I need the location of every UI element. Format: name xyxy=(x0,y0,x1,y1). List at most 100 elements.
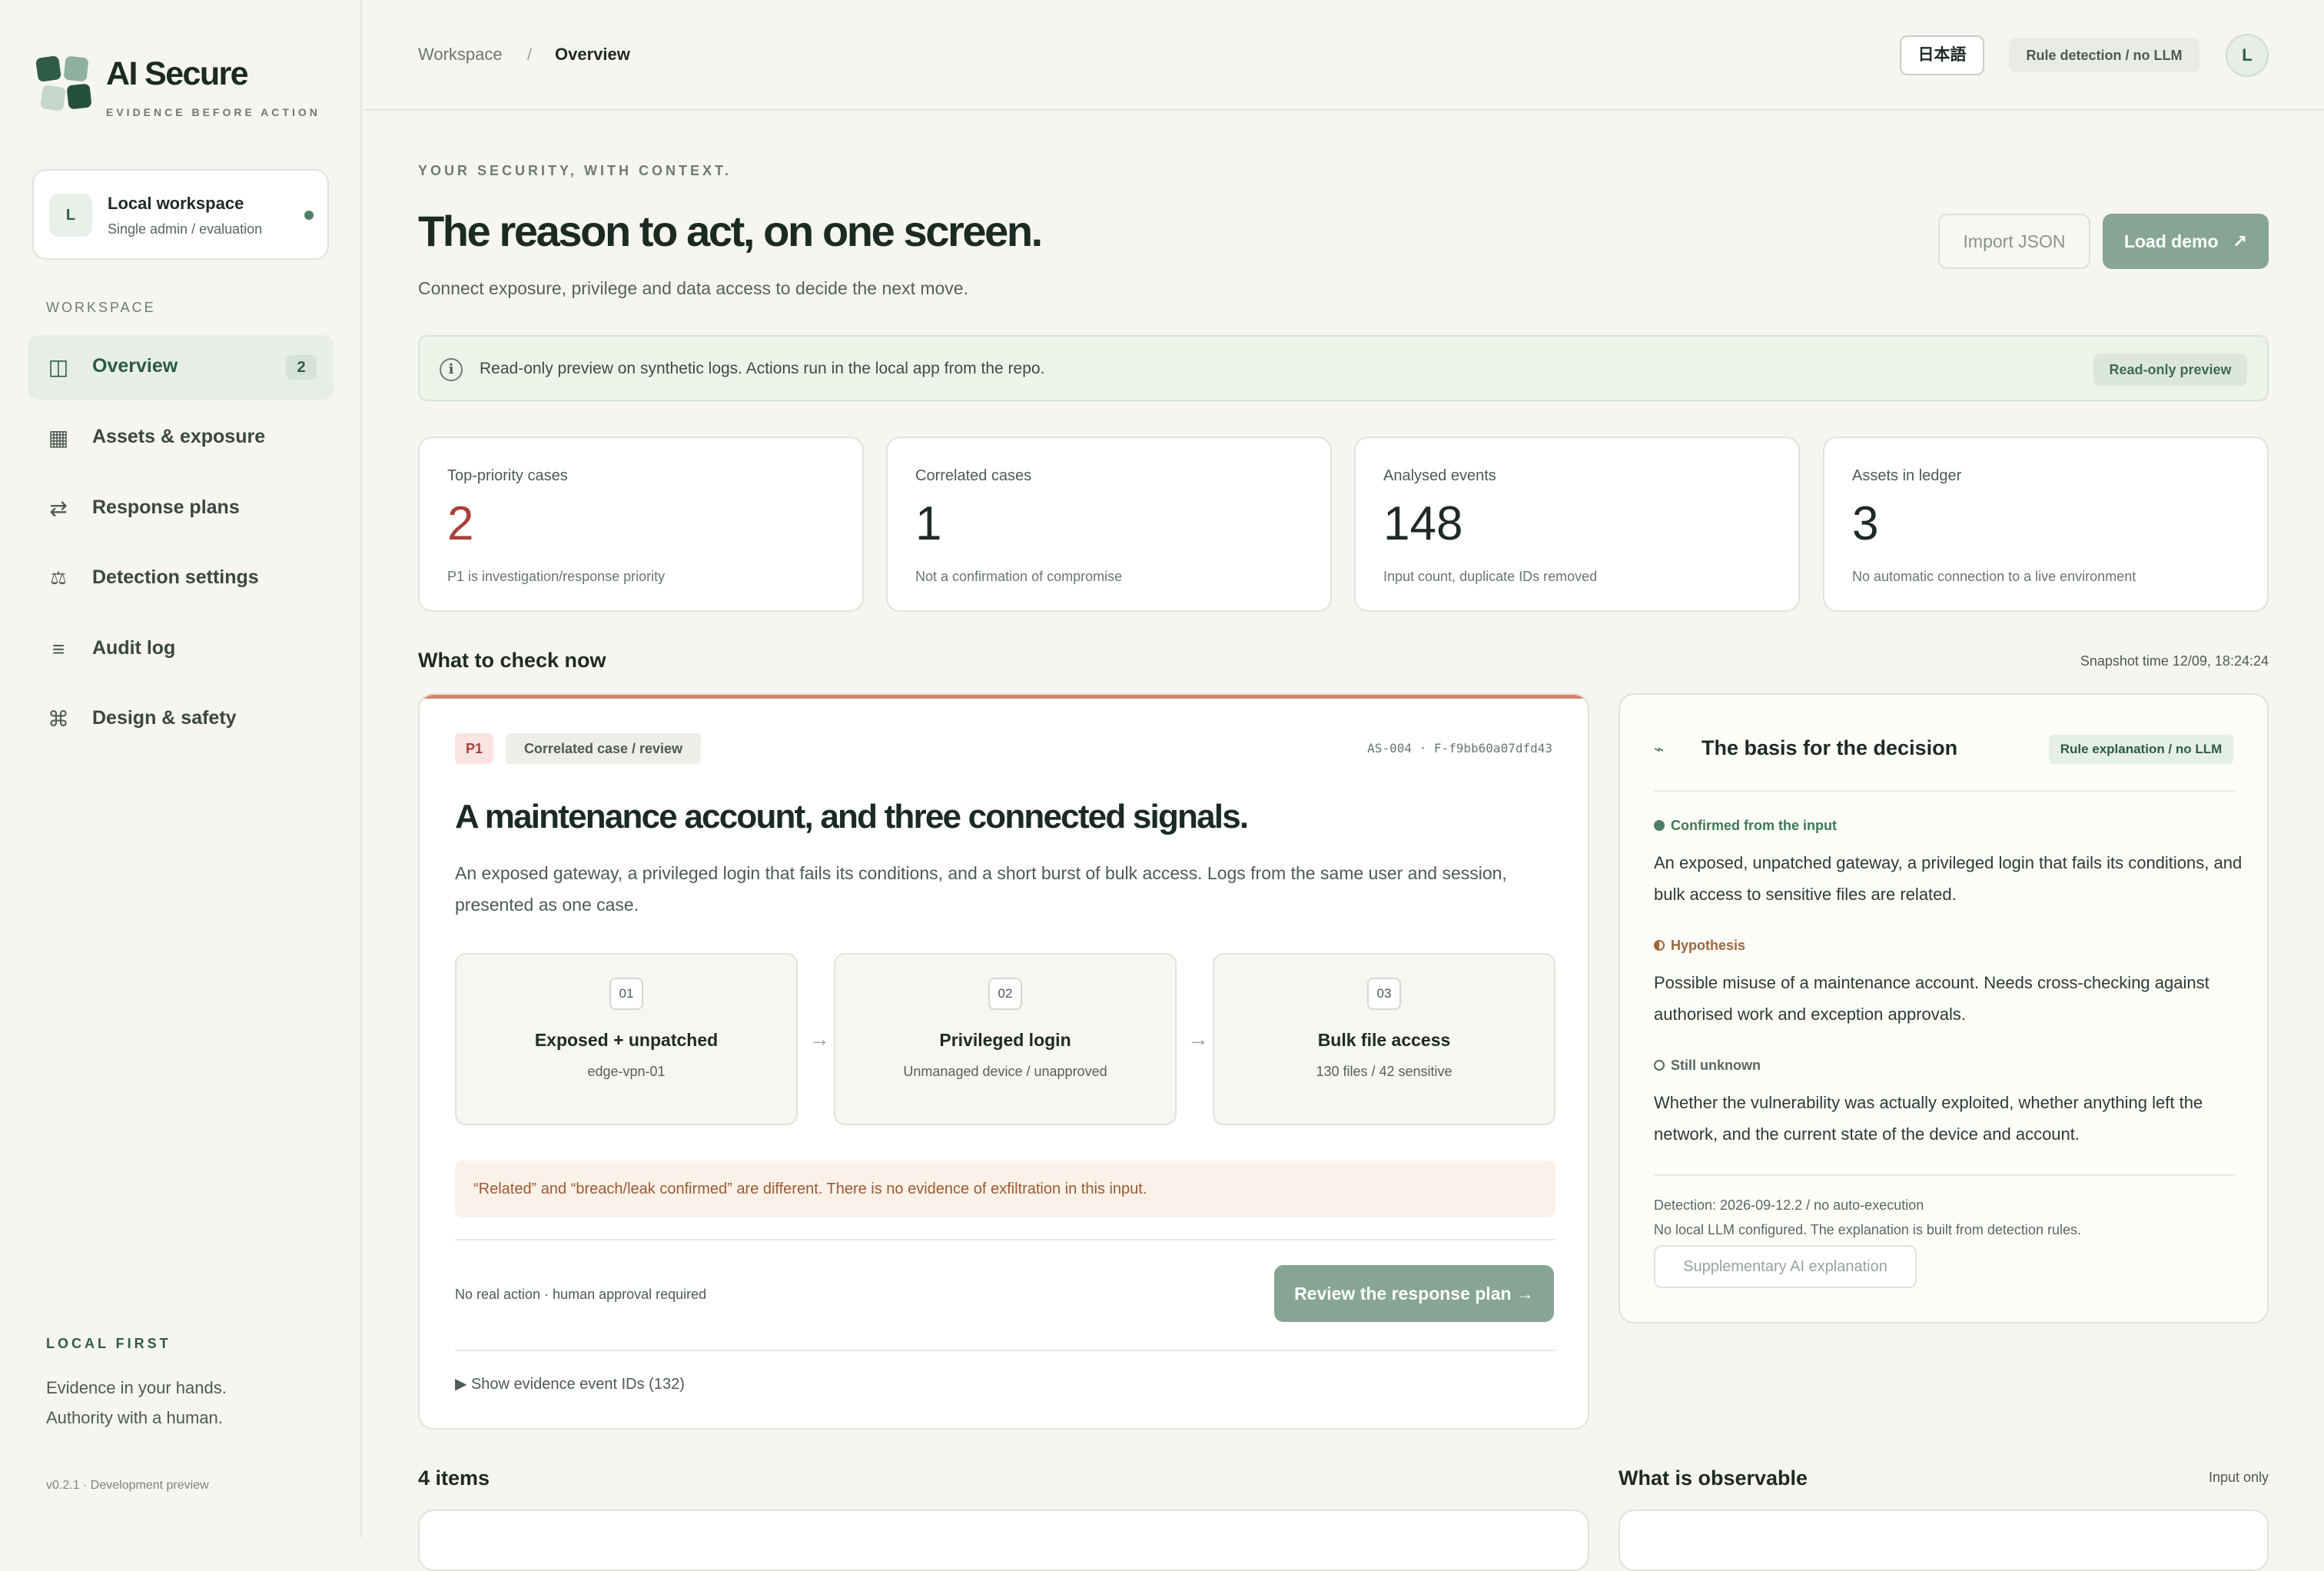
sidebar-item-label: Detection settings xyxy=(92,566,259,588)
observable-card xyxy=(1618,1510,2269,1571)
command-icon: ⌘ xyxy=(48,707,69,731)
sidebar-item-detection-settings[interactable]: ⚖ Detection settings xyxy=(28,546,334,611)
page-subtitle: Connect exposure, privilege and data acc… xyxy=(418,278,968,298)
stat-note: P1 is investigation/response priority xyxy=(447,569,666,584)
stat-label: Assets in ledger xyxy=(1852,467,1962,484)
sidebar: AI Secure EVIDENCE BEFORE ACTION L Local… xyxy=(0,0,362,1537)
llm-meta: No local LLM configured. The explanation… xyxy=(1654,1222,2081,1237)
stat-card-top-priority: Top-priority cases 2 P1 is investigation… xyxy=(418,437,864,612)
stat-card-analysed-events: Analysed events 148 Input count, duplica… xyxy=(1354,437,1800,612)
arrow-right-icon: → xyxy=(808,1027,830,1051)
columns-icon: ◫ xyxy=(48,355,69,379)
breadcrumb-workspace[interactable]: Workspace xyxy=(418,45,503,65)
sidebar-item-overview[interactable]: ◫ Overview 2 xyxy=(28,335,334,400)
case-priority-stripe xyxy=(420,695,1588,699)
case-description: An exposed gateway, a privileged login t… xyxy=(455,863,1507,915)
case-kind-badge: Correlated case / review xyxy=(506,733,701,764)
unknown-text: Whether the vulnerability was actually e… xyxy=(1654,1093,2203,1144)
grid-icon: ▦ xyxy=(48,426,69,450)
breadcrumb-current: Overview xyxy=(555,45,630,64)
local-first-line: Authority with a human. xyxy=(46,1408,223,1427)
brand[interactable]: AI Secure EVIDENCE BEFORE ACTION xyxy=(35,55,344,118)
stat-value: 148 xyxy=(1383,497,1463,550)
show-evidence-toggle[interactable]: ▶ Show evidence event IDs (132) xyxy=(455,1374,685,1393)
basis-title: The basis for the decision xyxy=(1702,736,1958,759)
signal-step[interactable]: 03 Bulk file access 130 files / 42 sensi… xyxy=(1213,953,1555,1125)
list-icon: ≡ xyxy=(51,637,65,661)
step-number: 01 xyxy=(609,978,643,1010)
step-subtitle: 130 files / 42 sensitive xyxy=(1316,1064,1452,1079)
priority-badge: P1 xyxy=(455,733,493,764)
page-title: The reason to act, on one screen. xyxy=(418,207,1043,255)
workspace-switcher[interactable]: L Local workspace Single admin / evaluat… xyxy=(32,169,329,260)
info-bar-text: Read-only preview on synthetic logs. Act… xyxy=(480,360,1045,377)
workspace-status-dot-icon xyxy=(304,211,314,220)
sidebar-item-design-safety[interactable]: ⌘ Design & safety xyxy=(28,687,334,752)
step-title: Privileged login xyxy=(939,1030,1071,1050)
load-demo-label: Load demo xyxy=(2123,231,2219,251)
step-number: 03 xyxy=(1367,978,1401,1010)
detection-meta: Detection: 2026-09-12.2 / no auto-execut… xyxy=(1654,1197,1924,1213)
topbar: Workspace / Overview 日本語 Rule detection … xyxy=(363,0,2324,111)
local-first-line: Evidence in your hands. xyxy=(46,1378,227,1397)
review-response-plan-button[interactable]: Review the response plan → xyxy=(1274,1265,1554,1322)
stat-note: Input count, duplicate IDs removed xyxy=(1383,569,1598,584)
stat-label: Correlated cases xyxy=(915,467,1032,484)
bolt-icon: ⌁ xyxy=(1654,739,1665,759)
unknown-label: Still unknown xyxy=(1654,1058,1761,1074)
sidebar-item-label: Design & safety xyxy=(92,707,237,729)
breadcrumb-separator: / xyxy=(527,45,533,64)
step-subtitle: Unmanaged device / unapproved xyxy=(903,1064,1107,1079)
nav-section-label: WORKSPACE xyxy=(46,300,156,315)
section-title-check-now: What to check now xyxy=(418,649,606,672)
stat-label: Analysed events xyxy=(1383,467,1496,484)
sidebar-item-badge: 2 xyxy=(286,355,317,380)
case-title: A maintenance account, and three connect… xyxy=(455,798,1249,835)
stat-card-assets-ledger: Assets in ledger 3 No automatic connecti… xyxy=(1823,437,2269,612)
divider xyxy=(455,1350,1555,1351)
half-dot-icon xyxy=(1654,940,1665,951)
stat-value: 1 xyxy=(915,497,942,550)
arrow-up-right-icon: ↗ xyxy=(2232,231,2248,251)
user-avatar[interactable]: L xyxy=(2226,34,2269,77)
load-demo-button[interactable]: Load demo ↗ xyxy=(2103,214,2269,269)
signal-step[interactable]: 02 Privileged login Unmanaged device / u… xyxy=(834,953,1177,1125)
sidebar-item-label: Audit log xyxy=(92,637,176,659)
divider xyxy=(1654,1174,2235,1176)
stat-card-correlated: Correlated cases 1 Not a confirmation of… xyxy=(886,437,1332,612)
rule-explanation-badge: Rule explanation / no LLM xyxy=(2049,735,2233,764)
stat-note: Not a confirmation of compromise xyxy=(915,569,1123,584)
filled-dot-icon xyxy=(1654,820,1665,831)
sidebar-item-assets-exposure[interactable]: ▦ Assets & exposure xyxy=(28,406,334,470)
hypothesis-label: Hypothesis xyxy=(1654,938,1745,954)
info-icon: i xyxy=(440,358,463,381)
hypothesis-text: Possible misuse of a maintenance account… xyxy=(1654,973,2209,1024)
section-title-observable: What is observable xyxy=(1618,1466,1808,1490)
step-title: Exposed + unpatched xyxy=(534,1030,719,1050)
read-only-badge: Read-only preview xyxy=(2093,354,2247,386)
brand-logo-icon xyxy=(35,55,92,111)
step-number: 02 xyxy=(988,978,1022,1010)
workspace-avatar: L xyxy=(49,194,92,237)
stat-value: 2 xyxy=(447,497,474,550)
import-json-button[interactable]: Import JSON xyxy=(1938,214,2090,269)
divider xyxy=(1654,790,2235,792)
sidebar-item-audit-log[interactable]: ≡ Audit log xyxy=(28,617,334,682)
no-exfiltration-warning: “Related” and “breach/leak confirmed” ar… xyxy=(455,1161,1555,1217)
observable-note: Input only xyxy=(2208,1470,2269,1485)
divider xyxy=(455,1239,1555,1241)
sidebar-item-response-plans[interactable]: ⇄ Response plans xyxy=(28,477,334,541)
signal-step[interactable]: 01 Exposed + unpatched edge-vpn-01 xyxy=(455,953,798,1125)
workspace-subtitle: Single admin / evaluation xyxy=(108,221,263,237)
unknown-label-text: Still unknown xyxy=(1671,1058,1761,1073)
brand-tagline: EVIDENCE BEFORE ACTION xyxy=(106,106,320,118)
step-subtitle: edge-vpn-01 xyxy=(587,1064,666,1079)
scales-icon: ⚖ xyxy=(50,568,67,589)
snapshot-time: Snapshot time 12/09, 18:24:24 xyxy=(2080,653,2269,669)
section-title-items: 4 items xyxy=(418,1466,490,1490)
stat-value: 3 xyxy=(1852,497,1879,550)
language-toggle-button[interactable]: 日本語 xyxy=(1900,35,1984,75)
version-label: v0.2.1 · Development preview xyxy=(46,1479,209,1492)
supplementary-ai-button[interactable]: Supplementary AI explanation xyxy=(1654,1245,1917,1288)
swap-arrows-icon: ⇄ xyxy=(49,497,68,520)
